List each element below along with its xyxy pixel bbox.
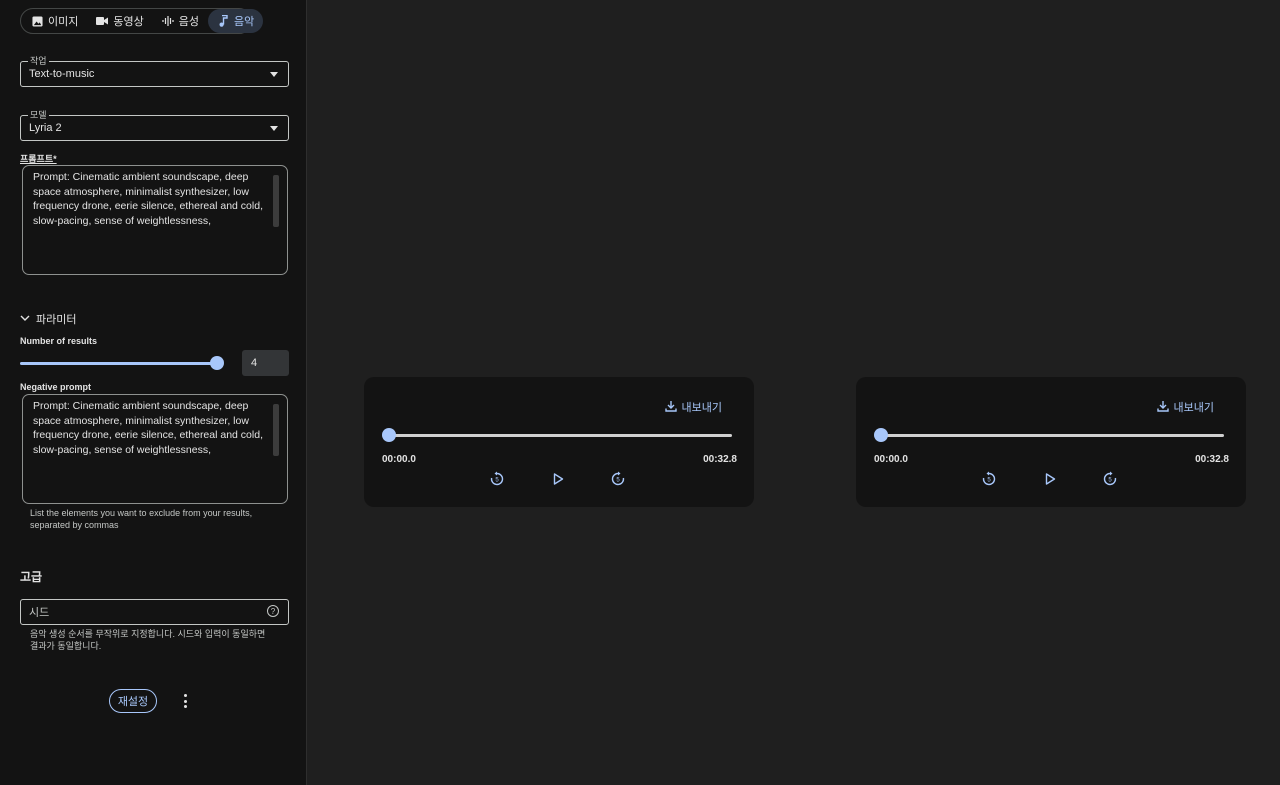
music-note-icon [217,15,229,27]
audio-progress-thumb[interactable] [874,428,888,442]
replay-5-icon[interactable]: 5 [980,470,998,488]
current-time: 00:00.0 [382,454,416,465]
replay-5-icon[interactable]: 5 [488,470,506,488]
current-time: 00:00.0 [874,454,908,465]
audio-progress-thumb[interactable] [382,428,396,442]
task-select[interactable]: 작업 Text-to-music [20,56,289,87]
svg-text:5: 5 [1108,478,1112,484]
forward-5-icon[interactable]: 5 [1101,470,1119,488]
negative-prompt-help: List the elements you want to exclude fr… [30,508,253,530]
audio-result-card: 내보내기 00:00.0 00:32.8 5 5 [856,377,1246,507]
play-icon[interactable] [1041,470,1059,488]
export-label: 내보내기 [1173,402,1214,414]
model-value: Lyria 2 [29,122,62,134]
parameters-title: 파라미터 [36,314,77,326]
advanced-title: 고급 [20,570,43,584]
video-icon [96,15,109,27]
export-button[interactable]: 내보내기 [1156,399,1214,415]
export-label: 내보내기 [681,402,722,414]
prompt-textarea[interactable]: Prompt: Cinematic ambient soundscape, de… [22,165,288,275]
prompt-label: 프롬프트* [20,154,57,164]
model-label: 모델 [28,110,49,120]
model-select[interactable]: 모델 Lyria 2 [20,110,289,141]
total-duration: 00:32.8 [1195,454,1229,465]
negative-prompt-text: Prompt: Cinematic ambient soundscape, de… [33,400,263,456]
seed-help: 음악 생성 순서를 무작위로 지정합니다. 시드와 입력이 동일하면 결과가 동… [30,629,266,651]
results-slider-track[interactable] [20,362,218,365]
play-icon[interactable] [549,470,567,488]
svg-text:5: 5 [987,478,991,484]
reset-button[interactable]: 재설정 [109,689,157,713]
mode-tab-label: 음악 [234,16,255,28]
seed-placeholder: 시드 [29,607,50,619]
chevron-down-icon [20,313,30,325]
download-icon [1156,400,1169,415]
audio-wave-icon [162,15,174,27]
mode-tab-image[interactable]: 이미지 [22,9,87,33]
mode-tab-music[interactable]: 음악 [208,9,264,33]
help-icon[interactable]: ? [267,605,279,617]
svg-text:5: 5 [495,478,499,484]
audio-progress-track[interactable] [390,434,732,437]
audio-progress-track[interactable] [882,434,1224,437]
settings-sidebar: 이미지 동영상 음성 음악 작업 Text-to-music 모델 Lyria … [0,0,307,785]
seed-input[interactable]: 시드 ? [20,599,289,625]
mode-switcher: 이미지 동영상 음성 음악 [20,8,264,34]
negative-prompt-label: Negative prompt [20,382,92,392]
results-slider-thumb[interactable] [210,356,224,370]
more-options-icon[interactable] [178,692,192,710]
mode-tab-label: 이미지 [48,16,79,28]
prompt-text: Prompt: Cinematic ambient soundscape, de… [33,171,263,227]
negative-prompt-scrollbar[interactable] [273,404,279,456]
download-icon [664,400,677,415]
parameters-toggle[interactable]: 파라미터 [20,311,76,327]
negative-prompt-textarea[interactable]: Prompt: Cinematic ambient soundscape, de… [22,394,288,504]
prompt-scrollbar[interactable] [273,175,279,227]
audio-result-card: 내보내기 00:00.0 00:32.8 5 5 [364,377,754,507]
task-value: Text-to-music [29,68,95,80]
mode-tab-label: 동영상 [113,16,144,28]
mode-tab-video[interactable]: 동영상 [87,9,152,33]
task-label: 작업 [28,56,49,66]
mode-tab-label: 음성 [178,16,199,28]
total-duration: 00:32.8 [703,454,737,465]
results-count-input[interactable]: 4 [242,350,289,376]
export-button[interactable]: 내보내기 [664,399,722,415]
forward-5-icon[interactable]: 5 [609,470,627,488]
image-icon [31,15,43,27]
dropdown-arrow-icon [270,72,278,77]
mode-tab-audio[interactable]: 음성 [153,9,208,33]
dropdown-arrow-icon [270,126,278,131]
number-of-results-label: Number of results [20,336,98,346]
svg-text:5: 5 [616,478,620,484]
